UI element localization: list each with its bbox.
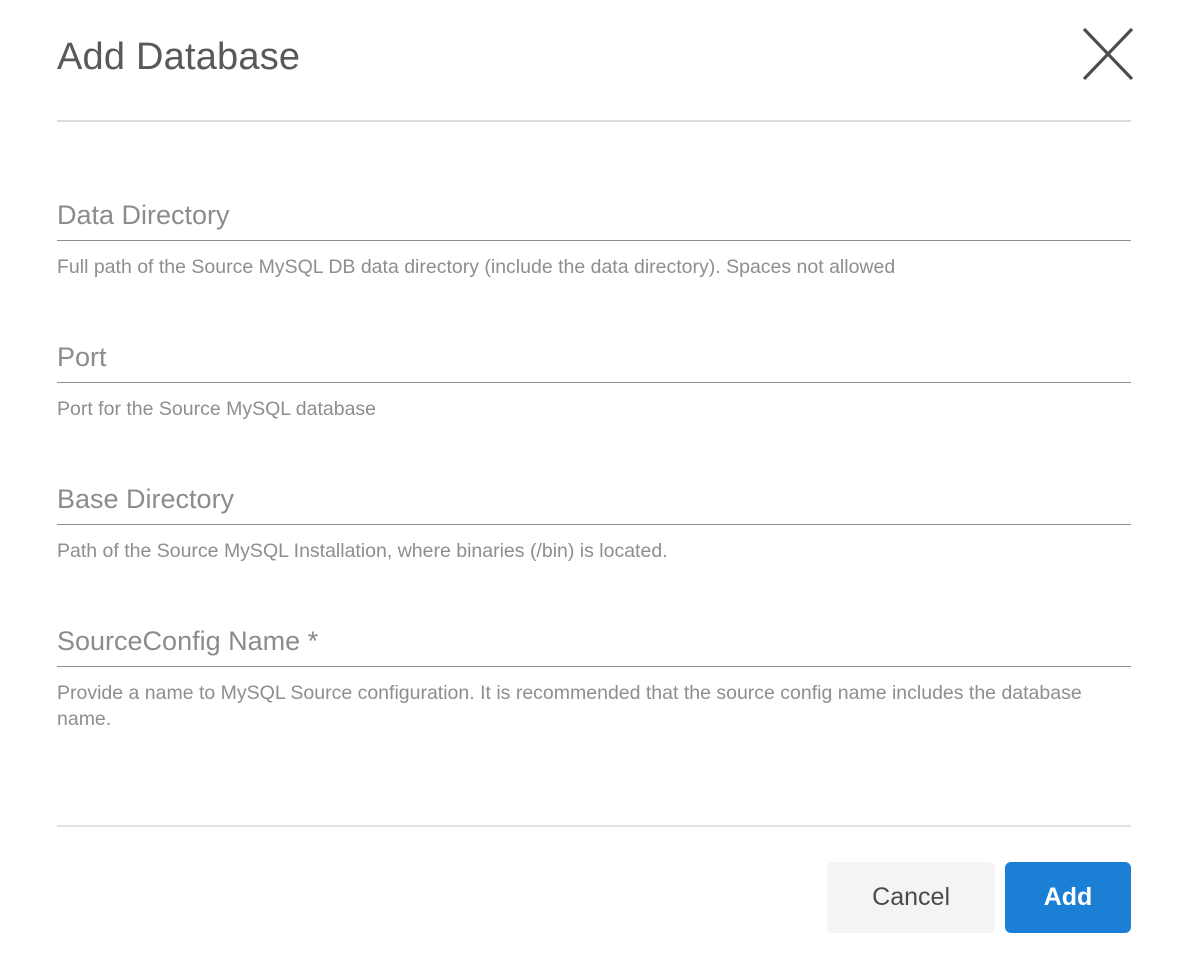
data-directory-input[interactable] [57, 196, 1131, 241]
cancel-button[interactable]: Cancel [827, 862, 995, 933]
data-directory-helper-text: Full path of the Source MySQL DB data di… [57, 254, 1097, 280]
port-helper-text: Port for the Source MySQL database [57, 396, 1097, 422]
field-group-port: Port for the Source MySQL database [57, 338, 1131, 422]
add-database-dialog: Add Database Full path of the Source MyS… [0, 0, 1186, 954]
dialog-footer: Cancel Add [0, 827, 1186, 933]
add-button[interactable]: Add [1005, 862, 1131, 933]
sourceconfig-name-helper-text: Provide a name to MySQL Source configura… [57, 680, 1097, 732]
close-icon [1083, 28, 1133, 80]
sourceconfig-name-input[interactable] [57, 622, 1131, 667]
form-area: Full path of the Source MySQL DB data di… [0, 122, 1186, 732]
dialog-title: Add Database [57, 32, 300, 82]
close-button[interactable] [1082, 28, 1134, 80]
dialog-header: Add Database [0, 0, 1186, 82]
base-directory-input[interactable] [57, 480, 1131, 525]
field-group-data-directory: Full path of the Source MySQL DB data di… [57, 196, 1131, 280]
base-directory-helper-text: Path of the Source MySQL Installation, w… [57, 538, 1097, 564]
field-group-base-directory: Path of the Source MySQL Installation, w… [57, 480, 1131, 564]
port-input[interactable] [57, 338, 1131, 383]
field-group-sourceconfig-name: Provide a name to MySQL Source configura… [57, 622, 1131, 732]
